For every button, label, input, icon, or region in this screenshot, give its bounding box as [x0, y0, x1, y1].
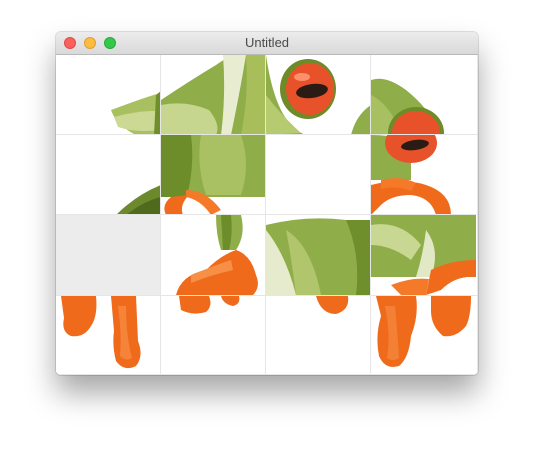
frog-image-piece — [371, 215, 476, 295]
puzzle-tile-r2c3[interactable] — [266, 135, 371, 215]
puzzle-tile-r3c4[interactable] — [371, 215, 478, 296]
frog-image-piece — [161, 135, 265, 214]
title-bar[interactable]: Untitled — [56, 32, 478, 55]
app-window: Untitled — [56, 32, 478, 375]
frog-image-piece — [176, 215, 258, 295]
puzzle-tile-r4c4[interactable] — [371, 296, 478, 375]
puzzle-tile-r1c3[interactable] — [266, 55, 371, 135]
puzzle-tile-r4c1[interactable] — [56, 296, 161, 375]
puzzle-empty-slot — [56, 215, 161, 296]
puzzle-tile-r2c4[interactable] — [371, 135, 478, 215]
frog-image-piece — [266, 55, 370, 134]
puzzle-tile-r4c2[interactable] — [161, 296, 266, 375]
frog-image-piece — [117, 185, 160, 214]
frog-image-piece — [316, 296, 349, 314]
frog-image-piece — [371, 78, 444, 134]
frog-image-piece — [61, 296, 141, 369]
puzzle-tile-r1c1[interactable] — [56, 55, 161, 135]
frog-image-piece — [266, 218, 370, 295]
frog-image-piece — [371, 135, 451, 214]
window-title: Untitled — [244, 35, 290, 50]
puzzle-tile-r2c1[interactable] — [56, 135, 161, 215]
puzzle-tile-r3c2[interactable] — [161, 215, 266, 296]
sliding-puzzle-board — [56, 55, 478, 375]
puzzle-tile-r1c4[interactable] — [371, 55, 478, 135]
frog-image-piece — [376, 296, 471, 367]
puzzle-tile-r4c3[interactable] — [266, 296, 371, 375]
frog-image-piece — [179, 296, 240, 314]
frog-image-piece — [111, 91, 160, 134]
puzzle-tile-r1c2[interactable] — [161, 55, 266, 135]
frog-image-piece — [161, 55, 265, 134]
frog-image-piece — [266, 135, 370, 214]
puzzle-tile-r3c3[interactable] — [266, 215, 371, 296]
puzzle-tile-r2c2[interactable] — [161, 135, 266, 215]
